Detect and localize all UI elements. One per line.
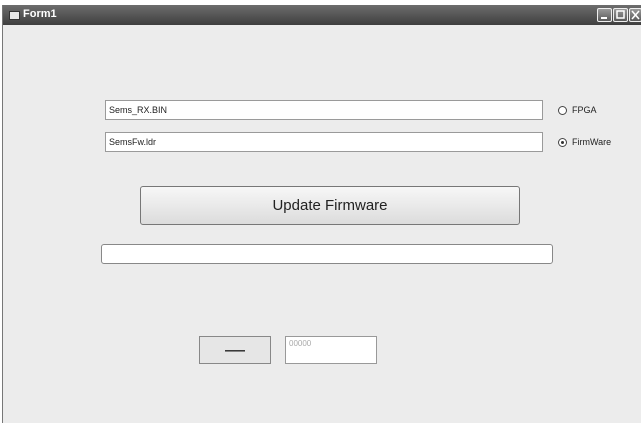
update-firmware-button[interactable]: Update Firmware <box>140 186 520 225</box>
close-icon <box>631 10 640 20</box>
maximize-button[interactable] <box>613 8 628 22</box>
fpga-radio-dot[interactable] <box>558 105 567 115</box>
progress-bar <box>101 244 553 264</box>
counter-field[interactable]: 00000 <box>285 336 377 364</box>
fpga-file-input[interactable]: Sems_RX.BIN <box>105 100 543 120</box>
title-bar[interactable]: Form1 <box>3 5 641 25</box>
status-box: — <box>199 336 271 364</box>
window-icon <box>9 11 20 20</box>
fpga-radio[interactable]: FPGA <box>558 105 597 115</box>
maximize-icon <box>616 10 625 19</box>
firmware-file-input[interactable]: SemsFw.ldr <box>105 132 543 152</box>
main-window: Form1 Sems_RX.BIN FPGA SemsFw.ldr FirmWa… <box>2 5 641 423</box>
firmware-radio[interactable]: FirmWare <box>558 137 611 147</box>
firmware-radio-label: FirmWare <box>572 137 612 147</box>
fpga-radio-label: FPGA <box>572 105 597 115</box>
window-title: Form1 <box>23 8 57 20</box>
firmware-radio-dot[interactable] <box>558 137 567 147</box>
close-button[interactable] <box>629 8 641 22</box>
minimize-button[interactable] <box>597 8 612 22</box>
minimize-icon <box>601 17 607 19</box>
